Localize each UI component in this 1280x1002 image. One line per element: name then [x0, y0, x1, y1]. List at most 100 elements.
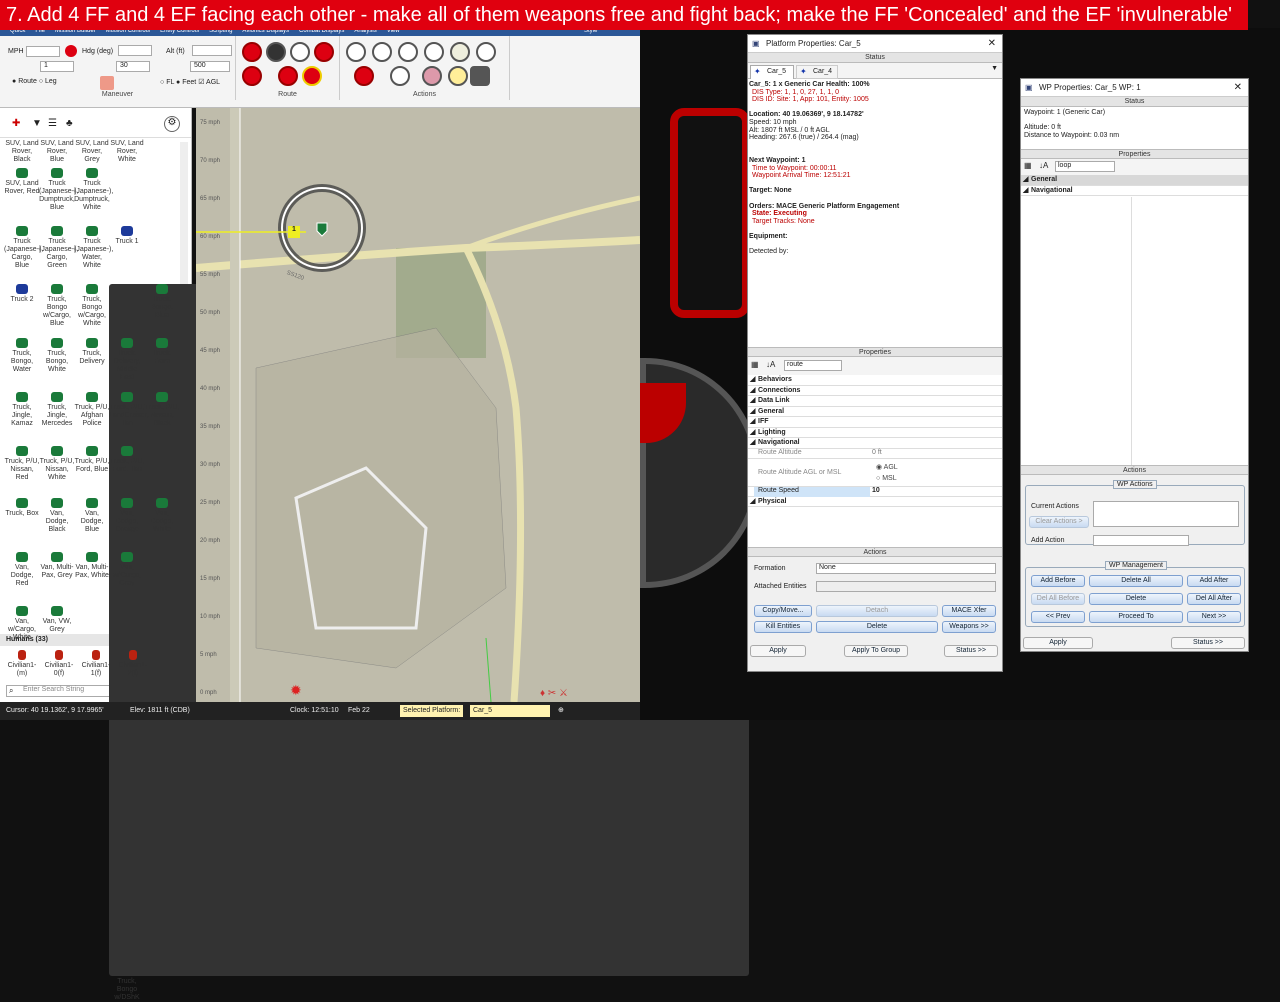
threat-icon[interactable]: ✹: [290, 682, 302, 699]
section-lighting[interactable]: ◢ Lighting: [748, 428, 1002, 438]
library-item[interactable]: Truck, P/U, Nissan, White: [39, 446, 75, 482]
weapons-button[interactable]: Weapons >>: [942, 621, 996, 633]
formation-select[interactable]: None: [816, 563, 996, 574]
wp-section-navigational[interactable]: ◢ Navigational: [1021, 186, 1248, 196]
library-item[interactable]: Truck, Box: [4, 498, 40, 518]
alt-input[interactable]: [192, 45, 232, 56]
library-item[interactable]: Truck, Jingle, Kamaz: [4, 392, 40, 428]
route-speed-value[interactable]: 10: [872, 487, 880, 494]
route-zoom-icon[interactable]: [242, 66, 262, 86]
library-item[interactable]: Truck (Japanese-), Cargo, Green: [39, 226, 78, 270]
route-radio[interactable]: ● Route ○ Leg: [12, 78, 57, 85]
list-icon[interactable]: ☰: [48, 118, 57, 129]
section-data-link[interactable]: ◢ Data Link: [748, 396, 1002, 407]
library-item[interactable]: Van, w/Cargo, White: [4, 606, 40, 642]
map-view[interactable]: 75 mph 70 mph 65 mph 60 mph 55 mph 50 mph 45 m…: [196, 108, 640, 702]
stop-icon[interactable]: [65, 45, 77, 57]
library-item[interactable]: Truck, Bongo, White: [39, 338, 75, 374]
clear-actions-button[interactable]: Clear Actions >: [1029, 516, 1089, 528]
kill-entities-button[interactable]: Kill Entities: [754, 621, 812, 633]
route-edit-icon[interactable]: [266, 42, 286, 62]
aircraft-icon[interactable]: [398, 42, 418, 62]
add-action-select[interactable]: [1093, 535, 1189, 546]
selected-platform-select[interactable]: Car_5: [470, 705, 550, 717]
filter-icon[interactable]: ▼: [32, 118, 42, 129]
group-icon[interactable]: ♣: [66, 118, 73, 129]
count-select[interactable]: 1: [40, 61, 74, 72]
current-actions-list[interactable]: [1093, 501, 1239, 527]
library-item[interactable]: Truck, P/U, Nissan, Red: [4, 446, 40, 482]
wp-categorized-icon[interactable]: ▦: [1024, 161, 1032, 170]
route-record-icon[interactable]: [302, 66, 322, 86]
delete-button[interactable]: Delete: [816, 621, 938, 633]
alt-mode-radios[interactable]: ○ FL ● Feet ☑ AGL: [160, 78, 220, 86]
wp-icon[interactable]: [390, 66, 410, 86]
wp-section-general[interactable]: ◢ General: [1021, 175, 1248, 186]
add-after-button[interactable]: Add After: [1187, 575, 1241, 587]
library-item[interactable]: Truck, Bongo, Water: [4, 338, 40, 374]
library-item[interactable]: Truck, P/U, LandCruiser, Tan: [109, 392, 149, 428]
human-item[interactable]: Civilian1-(m): [4, 650, 40, 678]
library-item[interactable]: Van, Dodge, Blue: [74, 498, 110, 534]
add-before-button[interactable]: Add Before: [1031, 575, 1085, 587]
fly-icon[interactable]: [372, 42, 392, 62]
attached-entities-select[interactable]: [816, 581, 996, 592]
library-item[interactable]: SUV, Land Rover, Blue: [39, 140, 75, 164]
library-item[interactable]: Truck 2: [4, 284, 40, 304]
library-item[interactable]: Truck, Bongo w/Cargo, Blue: [39, 284, 75, 328]
library-item[interactable]: Truck, Delivery: [74, 338, 110, 366]
route-altitude-row[interactable]: Route Altitude 0 ft: [748, 449, 1002, 459]
hand-icon[interactable]: [354, 66, 374, 86]
human-item[interactable]: Civilian1-2(f): [115, 650, 151, 678]
categorized-icon[interactable]: ▦: [751, 360, 759, 369]
alt-select[interactable]: 500: [190, 61, 230, 72]
delete-all-button[interactable]: Delete All: [1089, 575, 1183, 587]
section-behaviors[interactable]: ◢ Behaviors: [748, 375, 1002, 386]
library-item[interactable]: Truck (Japanese-), Dumptruck, Blue: [39, 168, 78, 212]
wp-close-icon[interactable]: ✕: [1234, 79, 1242, 97]
weapons-icon[interactable]: [422, 66, 442, 86]
library-item[interactable]: Van, Multi-Pax, White: [74, 552, 110, 580]
proceed-to-button[interactable]: Proceed To: [1089, 611, 1183, 623]
human-item[interactable]: Civilian1-1(f): [78, 650, 114, 678]
platform-status-button[interactable]: Status >>: [944, 645, 998, 657]
library-item[interactable]: Truck, P/U, Afghan Police: [74, 392, 110, 428]
wp-sort-az-icon[interactable]: ↓A: [1039, 161, 1048, 170]
library-item[interactable]: Truck 1: [109, 226, 145, 246]
library-item[interactable]: Van, Dodge, White: [144, 498, 180, 534]
library-item[interactable]: SUV, Land Rover, Red: [4, 168, 40, 196]
human-item[interactable]: Civilian1-0(f): [41, 650, 77, 678]
library-item[interactable]: Van, w/Cargo, Grey: [109, 552, 145, 588]
library-item[interactable]: Truck, Bongo, Blue: [144, 284, 180, 320]
library-item[interactable]: Truck, P/U, Ford, Tan: [109, 446, 145, 474]
route-power-icon[interactable]: [278, 66, 298, 86]
library-item[interactable]: Truck, Jingle, Mercedes: [39, 392, 75, 428]
mph-input[interactable]: [26, 46, 60, 57]
map-tools-icon[interactable]: ♦ ✂ ⚔: [540, 688, 568, 699]
del-all-after-button[interactable]: Del All After: [1187, 593, 1241, 605]
hdg-select[interactable]: 30: [116, 61, 150, 72]
library-item[interactable]: SUV, Land Rover, Black: [4, 140, 40, 164]
sort-az-icon[interactable]: ↓A: [766, 360, 775, 369]
library-item[interactable]: Truck (Japanese-), Water, White: [74, 226, 113, 270]
copy-move-button[interactable]: Copy/Move...: [754, 605, 812, 617]
section-navigational[interactable]: ◢ Navigational: [748, 438, 1002, 449]
route-path-icon[interactable]: [290, 42, 310, 62]
section-general[interactable]: ◢ General: [748, 407, 1002, 417]
crosshair-icon[interactable]: ⊕: [558, 702, 564, 720]
wp-status-button[interactable]: Status >>: [1171, 637, 1245, 649]
route-speed-row[interactable]: Route Speed 10: [748, 486, 1002, 497]
library-item[interactable]: Van, Dodge, Black: [39, 498, 75, 534]
agl-radio[interactable]: ◉ AGL: [876, 463, 898, 471]
del-all-before-button[interactable]: Del All Before: [1031, 593, 1085, 605]
section-physical[interactable]: ◢ Physical: [748, 497, 1002, 507]
apply-button[interactable]: Apply: [750, 645, 806, 657]
library-item[interactable]: SUV, Land Rover, White: [109, 140, 145, 164]
pin-icon[interactable]: ✚: [12, 118, 20, 129]
route-stop-icon[interactable]: [242, 42, 262, 62]
section-iff[interactable]: ◢ IFF: [748, 417, 1002, 428]
wp-delete-button[interactable]: Delete: [1089, 593, 1183, 605]
waypoint-number[interactable]: 1: [292, 226, 296, 233]
detach-button[interactable]: Detach: [816, 605, 938, 617]
prev-button[interactable]: << Prev: [1031, 611, 1085, 623]
